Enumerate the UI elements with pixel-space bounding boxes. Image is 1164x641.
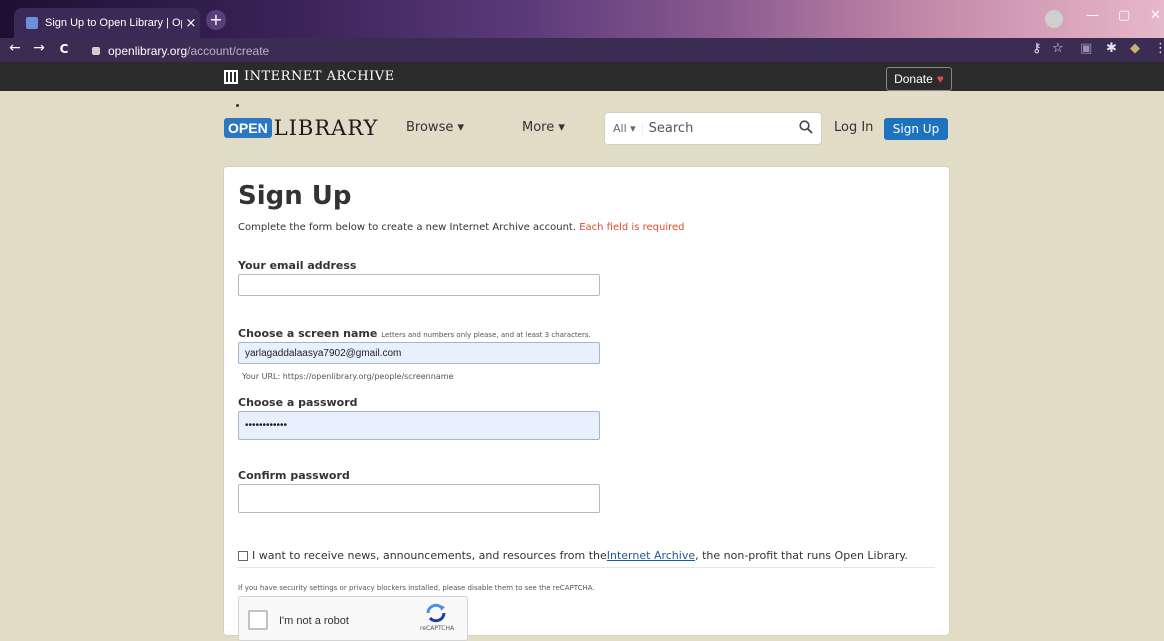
tab-close-icon[interactable]: ×	[182, 16, 200, 31]
reload-button[interactable]: C	[55, 42, 73, 56]
donate-button[interactable]: Donate ♥	[886, 67, 952, 91]
page-title: Sign Up	[238, 181, 352, 211]
back-button[interactable]: ←	[6, 40, 24, 56]
divider	[238, 567, 935, 568]
logo-library: LIBRARY	[273, 116, 379, 140]
form-intro: Complete the form below to create a new …	[238, 222, 685, 233]
address-bar[interactable]: openlibrary.org/account/create	[92, 42, 269, 60]
password-label: Choose a password	[238, 396, 358, 409]
newsletter-option: I want to receive news, announcements, a…	[238, 549, 908, 562]
menu-icon[interactable]: ⋮	[1154, 41, 1164, 56]
internet-archive-bar	[0, 62, 1164, 91]
recaptcha-checkbox[interactable]	[248, 610, 268, 630]
lock-icon	[92, 47, 100, 55]
search-input[interactable]: Search	[643, 121, 791, 136]
maximize-button[interactable]: ▢	[1118, 8, 1130, 23]
internet-archive-link[interactable]: Internet Archive	[607, 549, 695, 562]
login-link[interactable]: Log In	[834, 120, 873, 135]
logo-open: OPEN	[224, 118, 272, 138]
archive-building-icon	[224, 69, 238, 84]
favicon-icon	[26, 17, 38, 29]
forward-button[interactable]: →	[30, 40, 48, 56]
url-domain: openlibrary.org	[108, 44, 188, 58]
screenname-hint: Letters and numbers only please, and at …	[381, 331, 591, 339]
search-bar: All ▾ Search	[604, 112, 822, 145]
close-window-button[interactable]: ✕	[1150, 8, 1161, 23]
logo-dot	[236, 104, 239, 107]
internet-archive-label: INTERNET ARCHIVE	[244, 69, 395, 84]
extension-icon[interactable]: ◆	[1130, 41, 1140, 56]
donate-label: Donate	[894, 72, 933, 86]
url-path: /account/create	[187, 44, 270, 58]
browse-menu[interactable]: Browse ▾	[406, 120, 464, 135]
search-scope-select[interactable]: All ▾	[605, 122, 643, 135]
screenname-label: Choose a screen name	[238, 327, 378, 340]
heart-icon: ♥	[936, 72, 944, 86]
required-note: Each field is required	[579, 222, 685, 233]
internet-archive-logo[interactable]: INTERNET ARCHIVE	[224, 69, 395, 84]
intro-text: Complete the form below to create a new …	[238, 222, 577, 233]
extensions-icon[interactable]: ▣	[1080, 41, 1092, 56]
recaptcha-label: I'm not a robot	[279, 615, 349, 627]
more-menu[interactable]: More ▾	[522, 120, 565, 135]
password-field[interactable]: ••••••••••••	[238, 411, 600, 440]
confirm-password-label: Confirm password	[238, 469, 350, 482]
email-field[interactable]	[238, 274, 600, 296]
puzzle-icon[interactable]: ✱	[1106, 41, 1117, 56]
open-library-logo[interactable]: OPEN LIBRARY	[224, 112, 378, 144]
newsletter-text-pre: I want to receive news, announcements, a…	[252, 549, 607, 562]
browser-tab[interactable]: Sign Up to Open Library | Open ×	[14, 8, 200, 38]
screenname-field[interactable]: yarlagaddalaasya7902@gmail.com	[238, 342, 600, 364]
security-note: If you have security settings or privacy…	[238, 584, 595, 592]
search-icon[interactable]	[791, 119, 821, 138]
recaptcha-logo-icon	[424, 602, 448, 624]
url-hint: Your URL: https://openlibrary.org/people…	[242, 372, 454, 381]
key-icon[interactable]: ⚷	[1032, 41, 1042, 56]
signup-button[interactable]: Sign Up	[884, 118, 948, 140]
newsletter-text-post: , the non-profit that runs Open Library.	[695, 549, 908, 562]
confirm-password-field[interactable]	[238, 484, 600, 513]
profile-icon[interactable]	[1045, 10, 1063, 28]
star-icon[interactable]: ☆	[1052, 41, 1064, 56]
tab-title: Sign Up to Open Library | Open	[45, 17, 182, 29]
screenname-label-row: Choose a screen name Letters and numbers…	[238, 327, 591, 340]
new-tab-button[interactable]: +	[206, 10, 226, 30]
email-label: Your email address	[238, 259, 357, 272]
newsletter-checkbox[interactable]	[238, 550, 248, 561]
minimize-button[interactable]: —	[1086, 8, 1099, 23]
